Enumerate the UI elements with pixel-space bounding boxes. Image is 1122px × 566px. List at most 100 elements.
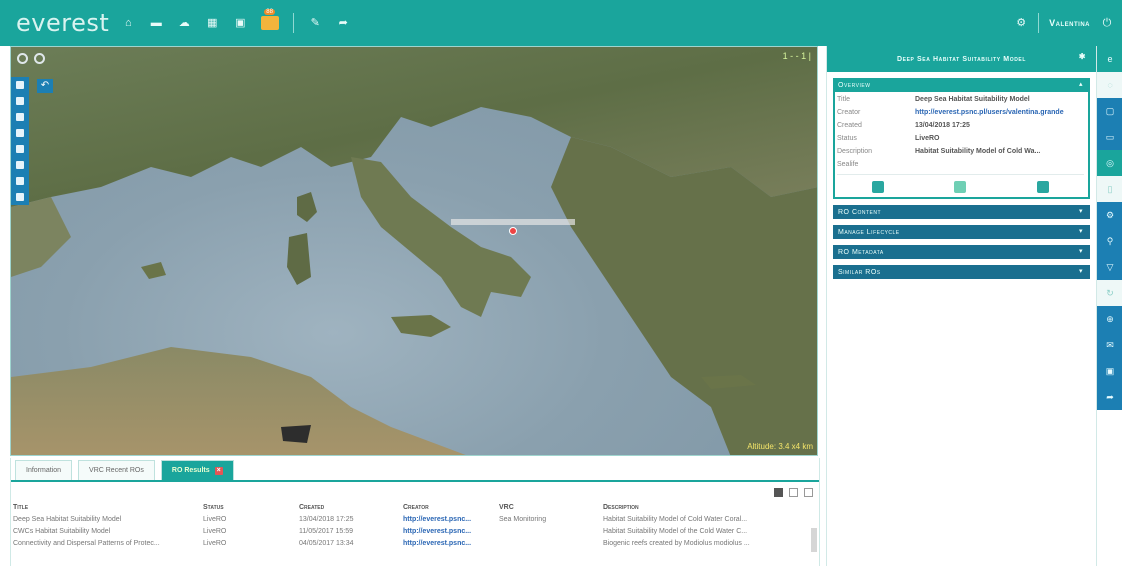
location-pin[interactable] xyxy=(509,227,517,235)
table-row[interactable]: Connectivity and Dispersal Patterns of P… xyxy=(11,538,811,550)
tab-ro-results[interactable]: RO Results × xyxy=(160,460,234,480)
minimize-icon[interactable] xyxy=(804,488,813,497)
tab-vrc-recent-ros[interactable]: VRC Recent ROs xyxy=(78,460,155,480)
tab-information[interactable]: Information xyxy=(15,460,73,480)
zoom-in-icon[interactable]: ⊕ xyxy=(1097,306,1122,332)
overview-header[interactable]: Overview ▴ xyxy=(833,78,1090,92)
section-label: Manage Lifecycle xyxy=(838,228,900,236)
field-key: Creator xyxy=(837,109,861,116)
column-created[interactable]: Created xyxy=(297,502,401,514)
document-icon[interactable]: ▢ xyxy=(1097,98,1122,124)
home-icon[interactable]: ⌂ xyxy=(121,17,135,29)
globe-icon[interactable] xyxy=(16,177,24,185)
overview-label: Overview xyxy=(838,81,871,89)
column-status[interactable]: Status xyxy=(201,502,297,514)
cell-status: LiveRO xyxy=(203,516,227,523)
tab-label: Information xyxy=(26,467,62,474)
column-description[interactable]: Description xyxy=(601,502,811,514)
compass-icon[interactable] xyxy=(17,53,28,64)
cell-vrc: Sea Monitoring xyxy=(499,516,547,523)
layers-icon[interactable]: ▬ xyxy=(149,17,163,29)
section-label: RO Metadata xyxy=(838,248,884,256)
chevron-down-icon[interactable]: ▾ xyxy=(1079,208,1085,215)
field-key: Status xyxy=(837,135,857,142)
results-table: Title Status Created Creator VRC Descrip… xyxy=(11,502,811,550)
field-value xyxy=(915,161,1084,168)
field-status: Status LiveRO xyxy=(837,135,1084,142)
field-key: Title xyxy=(837,96,850,103)
calendar-icon[interactable]: ▣ xyxy=(233,17,247,29)
cell-description: Habitat Suitability Model of the Cold Wa… xyxy=(603,528,748,535)
share-rail-icon[interactable]: ➦ xyxy=(1097,384,1122,410)
marker-icon[interactable] xyxy=(16,97,24,105)
folder-icon[interactable]: ▭ xyxy=(1097,124,1122,150)
cell-creator[interactable]: http://everest.psnc... xyxy=(401,538,497,550)
grid-icon[interactable]: ▦ xyxy=(205,17,219,29)
pin-icon[interactable]: ✱ xyxy=(1079,52,1086,61)
list-icon[interactable] xyxy=(16,113,24,121)
logout-icon[interactable]: ⏻ xyxy=(1100,17,1114,29)
app-window: everest ⌂ ▬ ☁ ▦ ▣ 88 ✎ ➦ ⚙ Valentina ⏻ 1… xyxy=(0,0,1122,566)
chat-icon[interactable]: 88 xyxy=(261,9,280,30)
table-scrollbar[interactable] xyxy=(811,528,817,552)
results-tabs: Information VRC Recent ROs RO Results × xyxy=(11,458,819,482)
chevron-down-icon[interactable]: ▾ xyxy=(1079,248,1085,255)
home-view-icon[interactable] xyxy=(16,129,24,137)
edit-icon[interactable]: ✎ xyxy=(308,17,322,29)
cell-title: CWCs Habitat Suitability Model xyxy=(13,528,111,535)
cell-creator[interactable]: http://everest.psnc... xyxy=(401,526,497,538)
field-value: Habitat Suitability Model of Cold Wa... xyxy=(915,148,1041,155)
cell-created: 04/05/2017 13:34 xyxy=(299,540,354,547)
close-icon[interactable]: × xyxy=(214,466,223,475)
top-toolbar: ⌂ ▬ ☁ ▦ ▣ 88 ✎ ➦ xyxy=(121,9,350,33)
column-title[interactable]: Title xyxy=(11,502,201,514)
field-creator: Creator http://everest.psnc.pl/users/val… xyxy=(837,109,1084,116)
list-view-icon[interactable] xyxy=(789,488,798,497)
chevron-down-icon[interactable]: ▾ xyxy=(1079,228,1085,235)
column-vrc[interactable]: VRC xyxy=(497,502,601,514)
cloud-icon[interactable]: ☁ xyxy=(177,17,191,29)
creator-link[interactable]: http://everest.psnc.pl/users/valentina.g… xyxy=(915,109,1084,116)
table-row[interactable]: Deep Sea Habitat Suitability Model LiveR… xyxy=(11,514,811,526)
info-icon[interactable] xyxy=(16,193,24,201)
table-row[interactable]: CWCs Habitat Suitability Model LiveRO 11… xyxy=(11,526,811,538)
settings-icon[interactable]: ⚙ xyxy=(1014,17,1028,29)
refresh-icon[interactable]: ↻ xyxy=(1097,280,1122,306)
back-arrow-icon[interactable]: ↶ xyxy=(37,79,53,93)
section-manage-lifecycle[interactable]: Manage Lifecycle ▾ xyxy=(833,225,1090,239)
section-ro-content[interactable]: RO Content ▾ xyxy=(833,205,1090,219)
cell-status: LiveRO xyxy=(203,528,227,535)
overview-actions xyxy=(837,174,1084,193)
cell-creator[interactable]: http://everest.psnc... xyxy=(401,514,497,526)
section-label: Similar ROs xyxy=(838,268,881,276)
image-icon[interactable]: ▣ xyxy=(1097,358,1122,384)
section-similar-ros[interactable]: Similar ROs ▾ xyxy=(833,265,1090,279)
share-icon[interactable]: ➦ xyxy=(336,17,350,29)
chevron-up-icon[interactable]: ▴ xyxy=(1079,81,1085,88)
edit-ro-icon[interactable] xyxy=(1036,181,1049,193)
column-creator[interactable]: Creator xyxy=(401,502,497,514)
map-terrain xyxy=(11,47,817,455)
settings-rail-icon[interactable]: ◎ xyxy=(1097,150,1122,176)
chat-bubble-icon[interactable]: ◌ xyxy=(1097,72,1122,98)
results-panel: Information VRC Recent ROs RO Results × T… xyxy=(10,458,820,566)
chevron-down-icon[interactable]: ▾ xyxy=(1079,268,1085,275)
rotate-icon[interactable] xyxy=(34,53,45,64)
bookmark-icon[interactable] xyxy=(16,81,24,89)
comments-icon[interactable]: ✉ xyxy=(1097,332,1122,358)
search-icon[interactable]: ⚲ xyxy=(1097,228,1122,254)
export-icon[interactable] xyxy=(954,181,967,193)
map-view[interactable]: 1 - - 1 | ↶ Altitude: 3.4 x4 km xyxy=(10,46,818,456)
page-icon[interactable]: ▯ xyxy=(1097,176,1122,202)
delete-icon[interactable] xyxy=(872,181,885,193)
username[interactable]: Valentina xyxy=(1049,18,1090,28)
zoom-icon[interactable] xyxy=(16,145,24,153)
everest-logo-icon[interactable]: e xyxy=(1097,46,1122,72)
user-divider xyxy=(1038,13,1040,33)
filter-icon[interactable]: ▽ xyxy=(1097,254,1122,280)
field-title: Title Deep Sea Habitat Suitability Model xyxy=(837,96,1084,103)
draw-icon[interactable] xyxy=(16,161,24,169)
section-ro-metadata[interactable]: RO Metadata ▾ xyxy=(833,245,1090,259)
gear-icon[interactable]: ⚙ xyxy=(1097,202,1122,228)
grid-view-icon[interactable] xyxy=(774,488,783,497)
